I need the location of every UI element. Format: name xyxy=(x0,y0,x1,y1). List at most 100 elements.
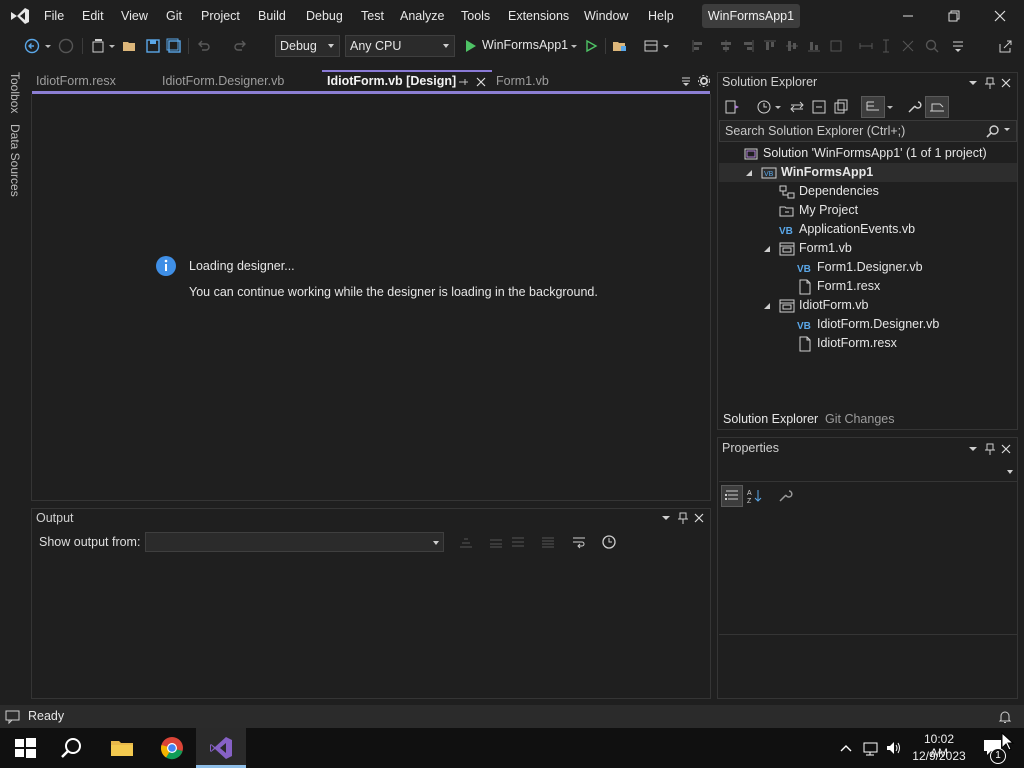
tab-idiotform-vb-design[interactable]: IdiotForm.vb [Design] xyxy=(327,72,456,92)
align-rights-icon[interactable] xyxy=(740,38,756,54)
tree-item[interactable]: VB Form1.Designer.vb xyxy=(719,258,1017,277)
chevron-down-icon[interactable] xyxy=(886,99,894,115)
show-all-files-icon[interactable] xyxy=(833,99,849,115)
pending-changes-filter-icon[interactable] xyxy=(756,99,772,115)
find-message-icon[interactable] xyxy=(458,534,474,550)
tree-item[interactable]: VB WinFormsApp1 xyxy=(719,163,1017,182)
search-icon[interactable] xyxy=(986,124,1000,138)
expand-collapse-icon[interactable] xyxy=(763,245,771,253)
menu-test[interactable]: Test xyxy=(361,7,384,25)
solution-explorer-search-input[interactable]: Search Solution Explorer (Ctrl+;) xyxy=(719,120,1017,142)
align-centers-icon[interactable] xyxy=(718,38,734,54)
pin-tab-icon[interactable] xyxy=(456,75,470,89)
pin-icon[interactable] xyxy=(676,511,690,525)
configuration-dropdown[interactable]: Debug xyxy=(275,35,340,57)
tree-item[interactable]: Solution 'WinFormsApp1' (1 of 1 project) xyxy=(719,144,1017,163)
zoom-icon[interactable] xyxy=(924,38,940,54)
save-icon[interactable] xyxy=(145,38,161,54)
chevron-down-icon[interactable] xyxy=(662,38,670,54)
switch-views-icon[interactable] xyxy=(724,99,740,115)
next-message-icon[interactable] xyxy=(510,534,526,550)
run-target-label[interactable]: WinFormsApp1 xyxy=(482,38,568,52)
align-to-grid-icon[interactable] xyxy=(828,38,844,54)
categorized-icon[interactable] xyxy=(721,485,743,507)
menu-view[interactable]: View xyxy=(121,7,148,25)
tab-form1-vb[interactable]: Form1.vb xyxy=(496,72,549,92)
tree-item[interactable]: IdiotForm.vb xyxy=(719,296,1017,315)
menu-build[interactable]: Build xyxy=(258,7,286,25)
expand-collapse-icon[interactable] xyxy=(763,302,771,310)
close-panel-icon[interactable] xyxy=(999,442,1013,456)
panel-options-icon[interactable] xyxy=(967,77,979,89)
toolbox-tab[interactable]: Toolbox xyxy=(8,72,22,113)
menu-file[interactable]: File xyxy=(44,7,64,25)
redo-icon[interactable] xyxy=(232,38,248,54)
minimize-icon[interactable] xyxy=(898,6,918,26)
notifications-bell-icon[interactable] xyxy=(997,709,1013,725)
chevron-down-icon[interactable] xyxy=(108,38,116,54)
tree-item[interactable]: VB IdiotForm.Designer.vb xyxy=(719,315,1017,334)
menu-help[interactable]: Help xyxy=(648,7,674,25)
filter-button[interactable] xyxy=(861,96,885,118)
tab-solution-explorer[interactable]: Solution Explorer xyxy=(723,412,818,426)
tab-list-dropdown-icon[interactable] xyxy=(679,74,693,88)
menu-edit[interactable]: Edit xyxy=(82,7,104,25)
visual-studio-icon[interactable] xyxy=(209,736,233,760)
align-tops-icon[interactable] xyxy=(762,38,778,54)
share-icon[interactable] xyxy=(998,38,1014,54)
chevron-down-icon[interactable] xyxy=(1003,126,1011,134)
solution-name-badge[interactable]: WinFormsApp1 xyxy=(702,4,800,28)
tree-item[interactable]: Form1.resx xyxy=(719,277,1017,296)
tab-idiotform-resx[interactable]: IdiotForm.resx xyxy=(36,72,116,92)
panel-options-icon[interactable] xyxy=(967,443,979,455)
folder-view-icon[interactable] xyxy=(612,38,628,54)
close-panel-icon[interactable] xyxy=(999,76,1013,90)
output-source-dropdown[interactable] xyxy=(145,532,444,552)
close-icon[interactable] xyxy=(990,6,1010,26)
restore-icon[interactable] xyxy=(944,6,964,26)
pin-icon[interactable] xyxy=(983,442,997,456)
make-same-height-icon[interactable] xyxy=(878,38,894,54)
clock-icon[interactable] xyxy=(601,534,617,550)
pin-icon[interactable] xyxy=(983,76,997,90)
menu-project[interactable]: Project xyxy=(201,7,240,25)
collapse-all-icon[interactable] xyxy=(811,99,827,115)
make-same-size-icon[interactable] xyxy=(900,38,916,54)
layout-icon[interactable] xyxy=(643,38,659,54)
network-icon[interactable] xyxy=(862,740,880,756)
windows-start-icon[interactable] xyxy=(13,736,37,760)
search-icon[interactable] xyxy=(60,736,84,760)
properties-wrench-icon[interactable] xyxy=(906,99,922,115)
align-middles-icon[interactable] xyxy=(784,38,800,54)
toolbar-overflow-icon[interactable] xyxy=(950,38,966,54)
navigate-forward-icon[interactable] xyxy=(58,38,74,54)
properties-object-dropdown[interactable] xyxy=(719,462,1017,482)
open-folder-icon[interactable] xyxy=(122,38,138,54)
status-message-icon[interactable] xyxy=(5,709,21,725)
clear-all-icon[interactable] xyxy=(540,534,556,550)
menu-git[interactable]: Git xyxy=(166,7,182,25)
word-wrap-icon[interactable] xyxy=(571,534,587,550)
menu-tools[interactable]: Tools xyxy=(461,7,490,25)
alphabetical-icon[interactable]: AZ xyxy=(747,488,763,504)
volume-icon[interactable] xyxy=(885,740,903,756)
navigate-back-icon[interactable] xyxy=(24,38,40,54)
expand-collapse-icon[interactable] xyxy=(745,169,753,177)
platform-dropdown[interactable]: Any CPU xyxy=(345,35,455,57)
chevron-down-icon[interactable] xyxy=(774,99,782,115)
undo-icon[interactable] xyxy=(196,38,212,54)
taskbar-clock-date[interactable]: 12/9/2023 xyxy=(910,749,968,763)
visual-studio-logo-icon[interactable] xyxy=(9,6,31,26)
panel-options-icon[interactable] xyxy=(660,512,672,524)
chevron-down-icon[interactable] xyxy=(44,38,52,54)
close-panel-icon[interactable] xyxy=(692,511,706,525)
property-pages-wrench-icon[interactable] xyxy=(777,488,793,504)
tab-git-changes[interactable]: Git Changes xyxy=(825,412,894,426)
menu-analyze[interactable]: Analyze xyxy=(400,7,444,25)
make-same-width-icon[interactable] xyxy=(858,38,874,54)
save-all-icon[interactable] xyxy=(166,38,182,54)
tree-item[interactable]: Form1.vb xyxy=(719,239,1017,258)
close-tab-icon[interactable] xyxy=(474,75,488,89)
start-debugging-icon[interactable] xyxy=(463,38,479,54)
chrome-icon[interactable] xyxy=(160,736,184,760)
